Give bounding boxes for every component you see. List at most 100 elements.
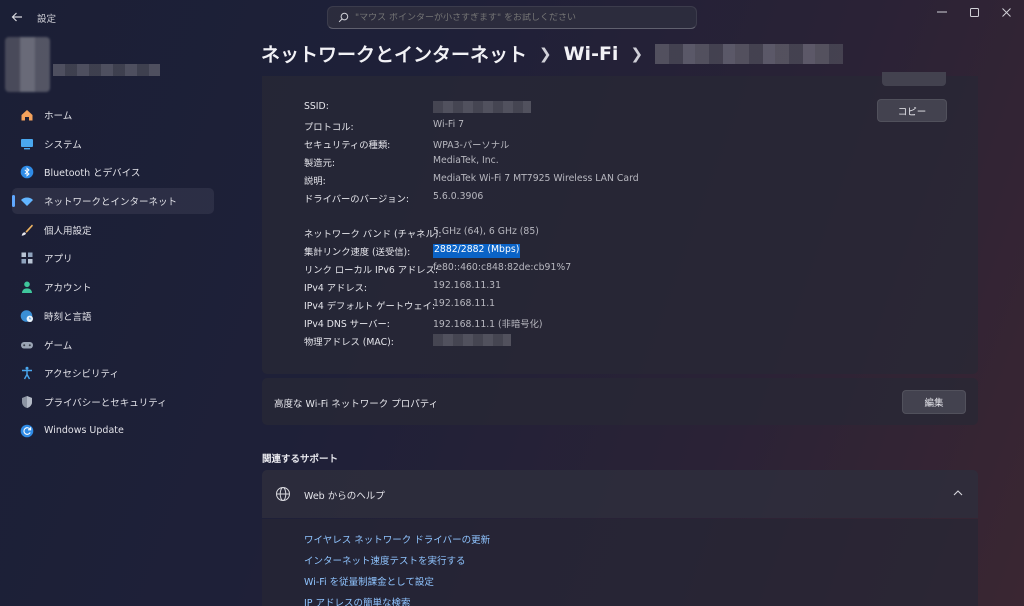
sidebar-item-apps[interactable]: アプリ (12, 245, 214, 271)
prop-value: 192.168.11.1 (433, 298, 496, 309)
prop-row-ssid: SSID: (304, 101, 531, 113)
sidebar-item-bluetooth[interactable]: Bluetooth とデバイス (12, 159, 214, 185)
sidebar-item-accounts[interactable]: アカウント (12, 274, 214, 300)
prop-label: SSID: (304, 101, 329, 112)
shield-icon (19, 394, 35, 410)
sidebar-item-label: アカウント (44, 283, 92, 295)
prop-value: 192.168.11.31 (433, 280, 502, 291)
prop-row-gateway: IPv4 デフォルト ゲートウェイ: 192.168.11.1 (304, 298, 495, 312)
prop-label: 製造元: (304, 158, 336, 169)
prop-label: 説明: (304, 176, 326, 187)
chevron-right-icon: ❯ (539, 44, 552, 63)
prop-value: MediaTek, Inc. (433, 155, 499, 166)
sidebar-nav: ホーム システム Bluetooth とデバイス ネットワークとインターネット … (12, 102, 214, 446)
back-arrow-icon (11, 12, 22, 22)
sidebar-item-label: ゲーム (44, 340, 73, 352)
gamepad-icon (19, 337, 35, 353)
breadcrumb-wifi[interactable]: Wi-Fi (564, 43, 619, 65)
prop-row-ipv4: IPv4 アドレス: 192.168.11.31 (304, 280, 501, 294)
prop-row-ipv6: リンク ローカル IPv6 アドレス: fe80::460:c848:82de:… (304, 262, 571, 276)
monitor-icon (19, 136, 35, 152)
maximize-icon (969, 7, 979, 17)
sidebar-item-label: アクセシビリティ (44, 369, 119, 381)
chevron-right-icon: ❯ (630, 44, 644, 63)
prop-value: 192.168.11.1 (非暗号化) (433, 319, 543, 330)
minimize-button[interactable] (927, 3, 957, 21)
edit-button[interactable]: 編集 (902, 390, 966, 414)
related-support-title: 関連するサポート (262, 454, 339, 465)
sidebar-item-gaming[interactable]: ゲーム (12, 332, 214, 358)
sidebar-item-time-language[interactable]: 時刻と言語 (12, 303, 214, 329)
bluetooth-icon (19, 164, 35, 180)
prop-row-manufacturer: 製造元: MediaTek, Inc. (304, 155, 499, 169)
sidebar-item-label: プライバシーとセキュリティ (44, 397, 167, 409)
prop-value: MediaTek Wi-Fi 7 MT7925 Wireless LAN Car… (433, 173, 639, 184)
prop-row-dns: IPv4 DNS サーバー: 192.168.11.1 (非暗号化) (304, 316, 543, 330)
help-link-metered[interactable]: Wi-Fi を従量制課金として設定 (304, 574, 434, 588)
prop-value: fe80::460:c848:82de:cb91%7 (433, 262, 572, 273)
search-box[interactable] (327, 6, 697, 29)
sidebar-item-windows-update[interactable]: Windows Update (12, 418, 214, 444)
user-profile[interactable] (5, 37, 165, 92)
prop-label: IPv4 DNS サーバー: (304, 319, 390, 330)
prop-value-selected[interactable]: 2882/2882 (Mbps) (433, 244, 521, 258)
sidebar-item-system[interactable]: システム (12, 131, 214, 157)
prop-row-security: セキュリティの種類: WPA3-パーソナル (304, 137, 509, 151)
sidebar-item-label: ネットワークとインターネット (44, 197, 178, 209)
web-help-links: ワイヤレス ネットワーク ドライバーの更新 インターネット速度テストを実行する … (262, 519, 978, 606)
breadcrumb-network-name-redacted (655, 43, 844, 64)
edit-button-partial[interactable] (882, 72, 946, 86)
home-icon (19, 107, 35, 123)
prop-label: IPv4 デフォルト ゲートウェイ: (304, 301, 436, 312)
ssid-value-redacted (433, 101, 531, 113)
copy-button[interactable]: コピー (877, 99, 947, 122)
app-title: 設定 (37, 14, 57, 25)
prop-label: リンク ローカル IPv6 アドレス: (304, 265, 439, 276)
back-button[interactable] (6, 6, 28, 28)
breadcrumb-network[interactable]: ネットワークとインターネット (261, 40, 527, 67)
wifi-properties-card: コピー SSID: プロトコル: Wi-Fi 7 セキュリティの種類: WPA3… (262, 72, 978, 374)
user-name-redacted (53, 64, 160, 76)
sidebar-item-home[interactable]: ホーム (12, 102, 214, 128)
web-help-label: Web からのヘルプ (304, 491, 385, 502)
title-bar: 設定 (0, 0, 1024, 34)
prop-value: WPA3-パーソナル (433, 140, 510, 151)
prop-value: 5.6.0.3906 (433, 191, 484, 202)
prop-label: ネットワーク バンド (チャネル): (304, 229, 442, 240)
prop-row-driver-version: ドライバーのバージョン: 5.6.0.3906 (304, 191, 483, 205)
sidebar-item-privacy-security[interactable]: プライバシーとセキュリティ (12, 389, 214, 415)
close-button[interactable] (991, 3, 1021, 21)
apps-icon (19, 250, 35, 266)
web-help-expander[interactable]: Web からのヘルプ (262, 470, 978, 518)
brush-icon (19, 222, 35, 238)
search-input[interactable] (355, 12, 675, 23)
prop-row-protocol: プロトコル: Wi-Fi 7 (304, 119, 464, 133)
globe-icon (276, 487, 290, 501)
mac-value-redacted (433, 334, 511, 346)
globe-clock-icon (19, 308, 35, 324)
help-link-ip-lookup[interactable]: IP アドレスの簡単な検索 (304, 595, 411, 606)
advanced-properties-label: 高度な Wi-Fi ネットワーク プロパティ (274, 399, 439, 410)
prop-row-mac: 物理アドレス (MAC): (304, 334, 511, 348)
prop-row-link-speed: 集計リンク速度 (送受信): 2882/2882 (Mbps) (304, 244, 521, 258)
help-link-driver-update[interactable]: ワイヤレス ネットワーク ドライバーの更新 (304, 532, 490, 546)
prop-row-description: 説明: MediaTek Wi-Fi 7 MT7925 Wireless LAN… (304, 173, 639, 187)
sidebar-item-label: Windows Update (44, 425, 124, 437)
search-icon (338, 12, 349, 23)
avatar (5, 37, 50, 92)
prop-label: プロトコル: (304, 122, 354, 133)
sidebar-item-label: 個人用設定 (44, 225, 92, 237)
sidebar-item-network[interactable]: ネットワークとインターネット (12, 188, 214, 215)
close-icon (1001, 7, 1011, 17)
help-link-speed-test[interactable]: インターネット速度テストを実行する (304, 553, 466, 567)
prop-label: 物理アドレス (MAC): (304, 337, 394, 348)
maximize-button[interactable] (959, 3, 989, 21)
prop-row-band: ネットワーク バンド (チャネル): 5 GHz (64), 6 GHz (85… (304, 226, 539, 240)
sidebar-item-accessibility[interactable]: アクセシビリティ (12, 360, 214, 386)
person-icon (19, 279, 35, 295)
sidebar-item-personalization[interactable]: 個人用設定 (12, 217, 214, 243)
sidebar-item-label: ホーム (44, 111, 73, 122)
advanced-wifi-properties-card: 高度な Wi-Fi ネットワーク プロパティ 編集 (262, 378, 978, 425)
sidebar-item-label: システム (44, 139, 82, 151)
prop-label: 集計リンク速度 (送受信): (304, 247, 411, 258)
